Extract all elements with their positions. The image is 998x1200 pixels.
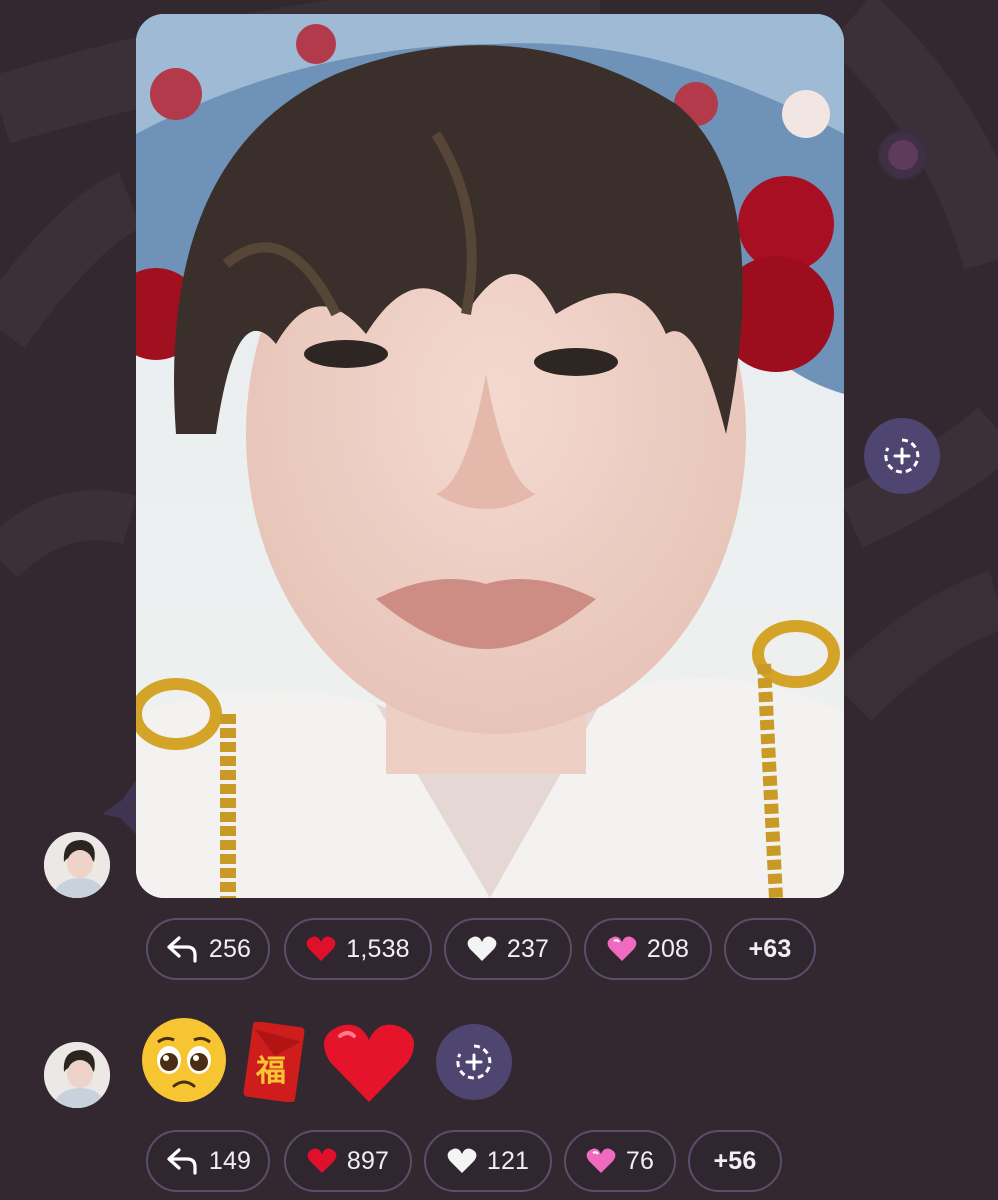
avatar[interactable] [44, 832, 110, 898]
add-reaction-icon [456, 1044, 492, 1080]
selfie-photo-image [136, 14, 844, 898]
reaction-count: 237 [506, 934, 550, 963]
decorative-dot [880, 132, 926, 178]
reaction-count: 897 [346, 1146, 390, 1175]
pink-heart-icon [607, 936, 637, 962]
avatar[interactable] [44, 1042, 110, 1108]
reaction-white-heart[interactable]: 237 [444, 918, 572, 980]
red-heart-icon [306, 936, 336, 962]
pink-heart-icon [586, 1148, 616, 1174]
more-reactions-button[interactable]: +56 [688, 1130, 782, 1192]
reaction-red-heart[interactable]: 897 [284, 1130, 412, 1192]
red-heart-icon [307, 1148, 337, 1174]
reaction-red-heart[interactable]: 1,538 [284, 918, 432, 980]
reply-icon [165, 1147, 199, 1175]
reaction-white-heart[interactable]: 121 [424, 1130, 552, 1192]
reaction-count: 1,538 [346, 934, 410, 963]
more-reactions-count: +63 [748, 934, 792, 963]
avatar-image [44, 832, 110, 898]
pleading-face-emoji [142, 1018, 226, 1102]
white-heart-icon [447, 1148, 477, 1174]
add-reaction-button[interactable] [864, 418, 940, 494]
post-photo[interactable] [136, 14, 844, 898]
reply-icon [165, 935, 199, 963]
more-reactions-count: +56 [713, 1146, 757, 1175]
more-reactions-button[interactable]: +63 [724, 918, 816, 980]
red-heart-emoji [323, 1024, 415, 1102]
reaction-pink-heart[interactable]: 208 [584, 918, 712, 980]
reaction-count: 121 [486, 1146, 530, 1175]
add-reaction-button[interactable] [436, 1024, 512, 1100]
avatar-image [44, 1042, 110, 1108]
white-heart-icon [467, 936, 497, 962]
add-reaction-icon [884, 438, 920, 474]
reaction-pink-heart[interactable]: 76 [564, 1130, 676, 1192]
reaction-count: 208 [646, 934, 690, 963]
reaction-count: 149 [208, 1146, 252, 1175]
red-envelope-fu-emoji: 福 [242, 1021, 306, 1103]
reply-button[interactable]: 256 [146, 918, 270, 980]
reaction-count: 256 [208, 934, 252, 963]
envelope-text: 福 [256, 1054, 286, 1089]
reply-button[interactable]: 149 [146, 1130, 270, 1192]
reaction-count: 76 [625, 1146, 655, 1175]
